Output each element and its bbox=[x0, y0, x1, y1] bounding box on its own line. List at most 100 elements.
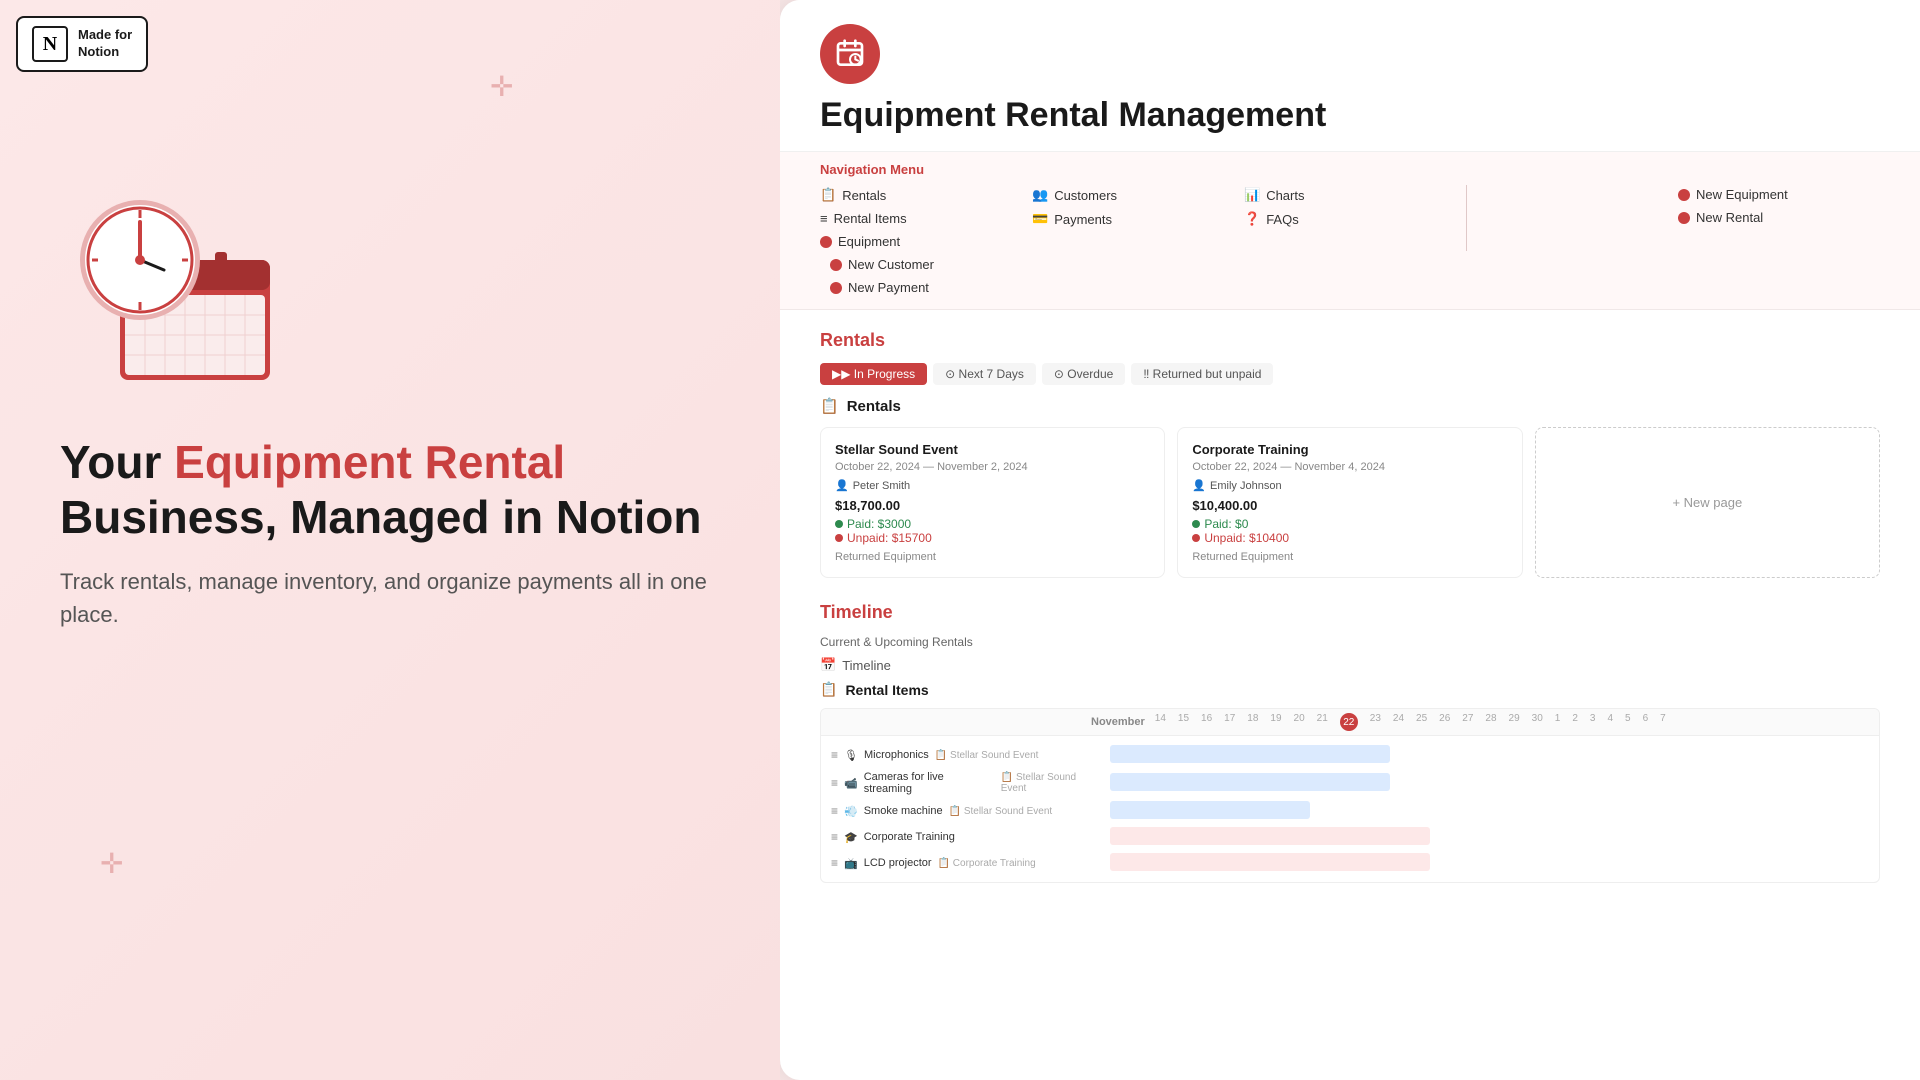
tab-overdue-label: ⊙ Overdue bbox=[1054, 367, 1113, 381]
rentals-subtitle: 📋 Rentals bbox=[820, 397, 1880, 415]
tab-returned-unpaid[interactable]: ‼ Returned but unpaid bbox=[1131, 363, 1273, 385]
hero-title: Your Equipment Rental Business, Managed … bbox=[60, 435, 720, 545]
timeline-section: Timeline Current & Upcoming Rentals 📅 Ti… bbox=[820, 602, 1880, 883]
nav-new-rental-label: New Rental bbox=[1696, 210, 1763, 225]
equipment-dot-icon bbox=[820, 236, 832, 248]
timeline-section-title: Timeline bbox=[820, 602, 1880, 623]
right-panel: Equipment Rental Management Navigation M… bbox=[780, 0, 1920, 1080]
row3-drag-icon: ≡ bbox=[831, 804, 838, 818]
nav-customers-label: Customers bbox=[1054, 188, 1117, 203]
timeline-header: November 141516 171819 2021 22 232425 26… bbox=[821, 709, 1879, 736]
new-equipment-icon bbox=[1678, 189, 1690, 201]
rentals-section-title: Rentals bbox=[820, 330, 1880, 351]
timeline-row-4: ≡ 🎓Corporate Training bbox=[821, 824, 1879, 850]
today-marker: 22 bbox=[1340, 713, 1358, 731]
nav-payments-label: Payments bbox=[1054, 212, 1112, 227]
nav-section-label: Navigation Menu bbox=[820, 152, 1880, 185]
row2-bar-container bbox=[1110, 773, 1869, 793]
timeline-rows: ≡ 🎙Microphonics 📋 Stellar Sound Event ≡ … bbox=[821, 736, 1879, 882]
nav-new-payment-label: New Payment bbox=[848, 280, 929, 295]
nav-rental-items-label: Rental Items bbox=[834, 211, 907, 226]
corporate-title: Corporate Training bbox=[1192, 442, 1507, 457]
crosshair-decoration-bottom: ✛ bbox=[100, 847, 123, 880]
row4-drag-icon: ≡ bbox=[831, 830, 838, 844]
nav-faqs[interactable]: ❓ FAQs bbox=[1244, 209, 1456, 229]
notion-header: Equipment Rental Management bbox=[780, 0, 1920, 152]
timeline-row-1: ≡ 🎙Microphonics 📋 Stellar Sound Event bbox=[821, 742, 1879, 768]
crosshair-decoration-top: ✛ bbox=[490, 70, 513, 103]
row1-bar bbox=[1110, 745, 1390, 763]
nav-new-customer[interactable]: New Customer bbox=[830, 255, 1032, 274]
tab-next-7-days[interactable]: ⊙ Next 7 Days bbox=[933, 363, 1036, 385]
row3-bar-container bbox=[1110, 801, 1869, 821]
nav-equipment-label: Equipment bbox=[838, 234, 900, 249]
tab-next-7-days-label: ⊙ Next 7 Days bbox=[945, 367, 1024, 381]
row4-bar bbox=[1110, 827, 1430, 845]
tab-overdue[interactable]: ⊙ Overdue bbox=[1042, 363, 1125, 385]
nav-grid: 📋 Rentals ≡ Rental Items Equipment 👥 Cus… bbox=[820, 185, 1880, 309]
row1-drag-icon: ≡ bbox=[831, 748, 838, 762]
stellar-unpaid: Unpaid: $15700 bbox=[835, 531, 1150, 545]
nav-faqs-label: FAQs bbox=[1266, 212, 1299, 227]
nav-col-4: New Equipment New Rental bbox=[1678, 185, 1880, 251]
row3-bar bbox=[1110, 801, 1310, 819]
person-icon-2: 👤 bbox=[1192, 479, 1206, 492]
page-icon bbox=[820, 24, 880, 84]
timeline-label: 📅 Timeline bbox=[820, 657, 1880, 673]
nav-equipment[interactable]: Equipment bbox=[820, 232, 1032, 251]
rental-items-icon: 📋 bbox=[820, 681, 837, 698]
notion-badge-text: Made for Notion bbox=[78, 27, 132, 61]
tab-in-progress[interactable]: ▶▶ In Progress bbox=[820, 363, 927, 385]
row4-label: 🎓Corporate Training bbox=[844, 831, 1104, 844]
nav-col-3: 📊 Charts ❓ FAQs bbox=[1244, 185, 1456, 251]
nav-new-customer-label: New Customer bbox=[848, 257, 934, 272]
nav-new-rental[interactable]: New Rental bbox=[1678, 208, 1880, 227]
corporate-date: October 22, 2024 — November 4, 2024 bbox=[1192, 461, 1507, 473]
rentals-tabs: ▶▶ In Progress ⊙ Next 7 Days ⊙ Overdue ‼… bbox=[820, 363, 1880, 385]
timeline-dates-row: November 141516 171819 2021 22 232425 26… bbox=[1091, 713, 1869, 731]
nav-new-equipment[interactable]: New Equipment bbox=[1678, 185, 1880, 204]
tab-returned-unpaid-label: ‼ Returned but unpaid bbox=[1143, 367, 1261, 381]
left-panel: N Made for Notion ✛ ✛ bbox=[0, 0, 780, 1080]
new-customer-icon bbox=[830, 259, 842, 271]
timeline-subtitle: Current & Upcoming Rentals bbox=[820, 635, 1880, 649]
new-payment-icon bbox=[830, 282, 842, 294]
hero-illustration bbox=[60, 180, 720, 385]
corporate-paid-dot bbox=[1192, 520, 1200, 528]
rental-card-corporate[interactable]: Corporate Training October 22, 2024 — No… bbox=[1177, 427, 1522, 578]
notion-badge[interactable]: N Made for Notion bbox=[16, 16, 148, 72]
row2-drag-icon: ≡ bbox=[831, 776, 838, 790]
tab-in-progress-label: ▶▶ In Progress bbox=[832, 367, 915, 381]
corporate-unpaid-dot bbox=[1192, 534, 1200, 542]
stellar-status: Returned Equipment bbox=[835, 551, 1150, 563]
row2-label: 📹Cameras for live streaming 📋 Stellar So… bbox=[844, 771, 1104, 795]
nav-col-2: 👥 Customers 💳 Payments bbox=[1032, 185, 1244, 251]
notion-n-icon: N bbox=[32, 26, 68, 62]
row3-label: 💨Smoke machine 📋 Stellar Sound Event bbox=[844, 805, 1104, 818]
nav-charts[interactable]: 📊 Charts bbox=[1244, 185, 1456, 205]
nav-col-5: New Customer New Payment bbox=[830, 255, 1032, 297]
rental-card-stellar[interactable]: Stellar Sound Event October 22, 2024 — N… bbox=[820, 427, 1165, 578]
nav-rentals-label: Rentals bbox=[842, 188, 886, 203]
unpaid-dot bbox=[835, 534, 843, 542]
person-icon: 👤 bbox=[835, 479, 849, 492]
stellar-amount: $18,700.00 bbox=[835, 498, 1150, 513]
charts-icon: 📊 bbox=[1244, 187, 1260, 203]
customers-icon: 👥 bbox=[1032, 187, 1048, 203]
nav-new-equipment-label: New Equipment bbox=[1696, 187, 1788, 202]
nav-customers[interactable]: 👥 Customers bbox=[1032, 185, 1244, 205]
nav-new-payment[interactable]: New Payment bbox=[830, 278, 1032, 297]
nav-rentals[interactable]: 📋 Rentals bbox=[820, 185, 1032, 205]
nav-rental-items[interactable]: ≡ Rental Items bbox=[820, 209, 1032, 228]
hero-subtitle: Track rentals, manage inventory, and org… bbox=[60, 565, 720, 631]
corporate-paid: Paid: $0 bbox=[1192, 517, 1507, 531]
nav-payments[interactable]: 💳 Payments bbox=[1032, 209, 1244, 229]
rental-items-icon: ≡ bbox=[820, 211, 828, 226]
nav-section: Navigation Menu 📋 Rentals ≡ Rental Items… bbox=[780, 152, 1920, 310]
new-page-card[interactable]: + New page bbox=[1535, 427, 1880, 578]
row1-label: 🎙Microphonics 📋 Stellar Sound Event bbox=[844, 749, 1104, 762]
row4-bar-container bbox=[1110, 827, 1869, 847]
row2-bar bbox=[1110, 773, 1390, 791]
payments-icon: 💳 bbox=[1032, 211, 1048, 227]
nav-charts-label: Charts bbox=[1266, 188, 1304, 203]
